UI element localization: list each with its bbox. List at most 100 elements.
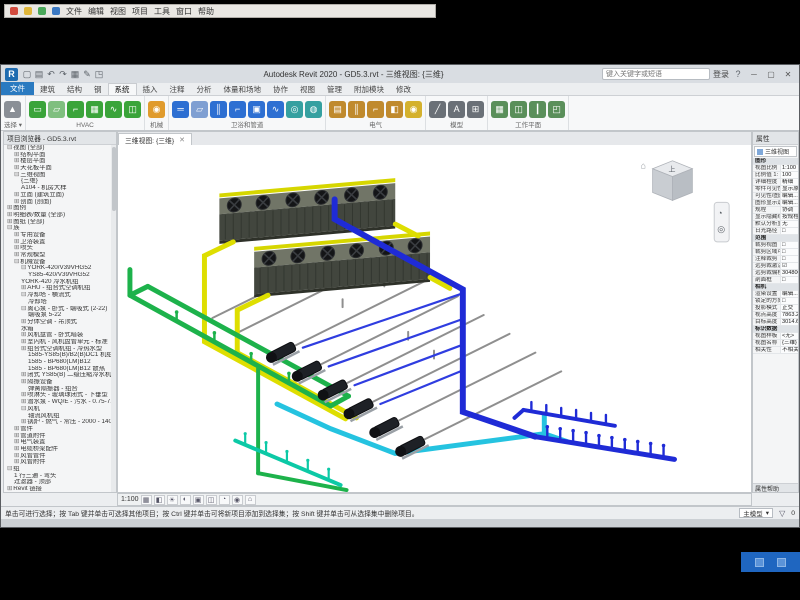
expander-icon[interactable]: ⊞ — [14, 453, 19, 459]
expander-icon[interactable]: ⊞ — [21, 372, 26, 378]
expander-icon[interactable]: ⊞ — [7, 205, 12, 211]
property-value[interactable]: 编辑... — [780, 193, 798, 199]
show-workplane-button[interactable]: ◫ — [510, 101, 527, 118]
property-value[interactable]: 3014.6 — [780, 319, 798, 325]
property-value[interactable]: 不相关 — [780, 347, 798, 353]
property-value[interactable]: 编辑... — [780, 291, 798, 297]
property-value[interactable]: 精细 — [780, 179, 798, 185]
top-menu-6[interactable]: 帮助 — [198, 6, 214, 17]
property-value[interactable]: 显示原状态 — [780, 186, 798, 192]
expander-icon[interactable]: ⊞ — [7, 212, 12, 218]
browser-item[interactable]: 过滤器 - 顶部 — [4, 479, 111, 486]
browser-item[interactable]: ⊞图纸 (全部) — [4, 219, 111, 226]
property-group[interactable]: 标识数据 — [753, 326, 798, 333]
property-value[interactable]: {三维} — [780, 340, 798, 346]
expander-icon[interactable]: ⊞ — [21, 379, 26, 385]
expander-icon[interactable]: ⊞ — [21, 346, 26, 352]
pump-group[interactable] — [264, 340, 429, 461]
browser-item[interactable]: ⊞风管管件 — [4, 453, 111, 460]
expander-icon[interactable]: ⊞ — [14, 239, 19, 245]
browser-item[interactable]: 1585 - BP680(LM)B12 散热 — [4, 366, 111, 373]
modify-button[interactable]: ▲ — [4, 101, 21, 118]
reveal-hidden-icon[interactable]: ◉ — [232, 495, 243, 505]
browser-item[interactable]: 水箱 — [4, 326, 111, 333]
properties-help[interactable]: 属性帮助 — [753, 483, 798, 492]
property-group[interactable]: 图形 — [753, 158, 798, 165]
mechanical-equipment-button[interactable]: ◉ — [148, 101, 165, 118]
revit-app-icon[interactable]: R — [5, 68, 18, 81]
expander-icon[interactable]: ⊞ — [14, 192, 19, 198]
browser-item[interactable]: ⊟YORK-420/V39VHG52 — [4, 265, 111, 272]
property-value[interactable]: □ — [780, 298, 798, 304]
property-value[interactable]: 1:100 — [780, 165, 798, 171]
expander-icon[interactable]: ⊞ — [7, 219, 12, 225]
top-menu-3[interactable]: 项目 — [132, 6, 148, 17]
ribbon-tab-8[interactable]: 体量和场地 — [218, 83, 268, 95]
model-line-button[interactable]: ╱ — [429, 101, 446, 118]
browser-item[interactable]: ⊟风机 — [4, 406, 111, 413]
browser-item[interactable]: ⊞隔振设备 — [4, 379, 111, 386]
expander-icon[interactable]: ⊟ — [14, 172, 19, 178]
pipes-green[interactable] — [130, 270, 349, 490]
view-tab-close-icon[interactable]: ✕ — [179, 136, 185, 144]
cable-tray-button[interactable]: ▤ — [329, 101, 346, 118]
browser-item[interactable]: ⊞喷头 — [4, 245, 111, 252]
browser-item[interactable]: 1585-YS85(B)/B2(B)DC1 机组 — [4, 352, 111, 359]
taskbar-fragment[interactable] — [741, 552, 800, 572]
view-tab-3d[interactable]: 三维视图: {三维} ✕ — [118, 133, 192, 145]
browser-item[interactable]: ⊞结构平面 — [4, 152, 111, 159]
browser-item[interactable]: ⊞天花板平面 — [4, 165, 111, 172]
duct-button[interactable]: ▭ — [29, 101, 46, 118]
browser-item[interactable]: ⊞Revit 链接 — [4, 486, 111, 492]
browser-item[interactable]: ⊞风机盘管 - 卧式暗装 — [4, 332, 111, 339]
cooling-tower-bank-2[interactable] — [254, 232, 430, 298]
3d-view-icon[interactable]: ◳ — [93, 68, 105, 81]
expander-icon[interactable]: ⊞ — [7, 486, 12, 492]
duct-placeholder-button[interactable]: ▱ — [48, 101, 65, 118]
detail-level-icon[interactable]: ▦ — [141, 495, 152, 505]
property-value[interactable]: ☑ — [780, 263, 798, 269]
model-text-button[interactable]: A — [448, 101, 465, 118]
property-value[interactable]: □ — [780, 277, 798, 283]
expander-icon[interactable]: ⊞ — [21, 285, 26, 291]
plumbing-fixture-button[interactable]: ◎ — [286, 101, 303, 118]
help-icon[interactable]: ? — [732, 68, 744, 81]
property-group[interactable]: 相机 — [753, 284, 798, 291]
browser-item[interactable]: ⊞风管附件 — [4, 459, 111, 466]
app-red-icon[interactable] — [10, 7, 18, 15]
top-menu-0[interactable]: 文件 — [66, 6, 82, 17]
property-value[interactable]: 100 — [780, 172, 798, 178]
browser-item[interactable]: ⊞管件 — [4, 426, 111, 433]
property-value[interactable]: 正交 — [780, 305, 798, 311]
top-menu-5[interactable]: 窗口 — [176, 6, 192, 17]
property-value[interactable]: 协调 — [780, 207, 798, 213]
pipe-fitting-button[interactable]: ⌐ — [229, 101, 246, 118]
property-value[interactable]: 7863.2 — [780, 312, 798, 318]
model-group-button[interactable]: ⊞ — [467, 101, 484, 118]
expander-icon[interactable]: ⊞ — [21, 399, 26, 405]
expander-icon[interactable]: ⊟ — [7, 225, 12, 231]
browser-item[interactable]: ⊟族 — [4, 225, 111, 232]
set-workplane-button[interactable]: ▦ — [491, 101, 508, 118]
ribbon-tab-1[interactable]: 建筑 — [34, 83, 61, 95]
expander-icon[interactable]: ⊞ — [14, 245, 19, 251]
ref-plane-button[interactable]: ┃ — [529, 101, 546, 118]
crop-view-icon[interactable]: ▣ — [193, 495, 204, 505]
browser-item[interactable]: ⊞立面 (建筑立面) — [4, 192, 111, 199]
browser-item[interactable]: 弹簧隔振器 - 组合 — [4, 386, 111, 393]
expander-icon[interactable]: ⊟ — [21, 292, 26, 298]
sign-in-link[interactable]: 登录 — [713, 69, 729, 80]
pipe-button[interactable]: ═ — [172, 101, 189, 118]
flex-duct-button[interactable]: ∿ — [105, 101, 122, 118]
property-value[interactable]: □ — [780, 256, 798, 262]
save-icon[interactable]: ▤ — [33, 68, 45, 81]
property-value[interactable]: 编辑... — [780, 200, 798, 206]
parallel-pipes-button[interactable]: ║ — [210, 101, 227, 118]
taskbar-icon[interactable] — [777, 558, 786, 567]
browser-item[interactable]: 1 行三通 - 弯头 — [4, 473, 111, 480]
expander-icon[interactable]: ⊞ — [14, 446, 19, 452]
browser-item[interactable]: ⊞AHU - 组合式空调机组 — [4, 285, 111, 292]
browser-item[interactable]: ⊞分体空调 - 吊顶式 — [4, 319, 111, 326]
filter-icon[interactable]: ▽ — [779, 509, 785, 518]
property-value[interactable]: □ — [780, 242, 798, 248]
